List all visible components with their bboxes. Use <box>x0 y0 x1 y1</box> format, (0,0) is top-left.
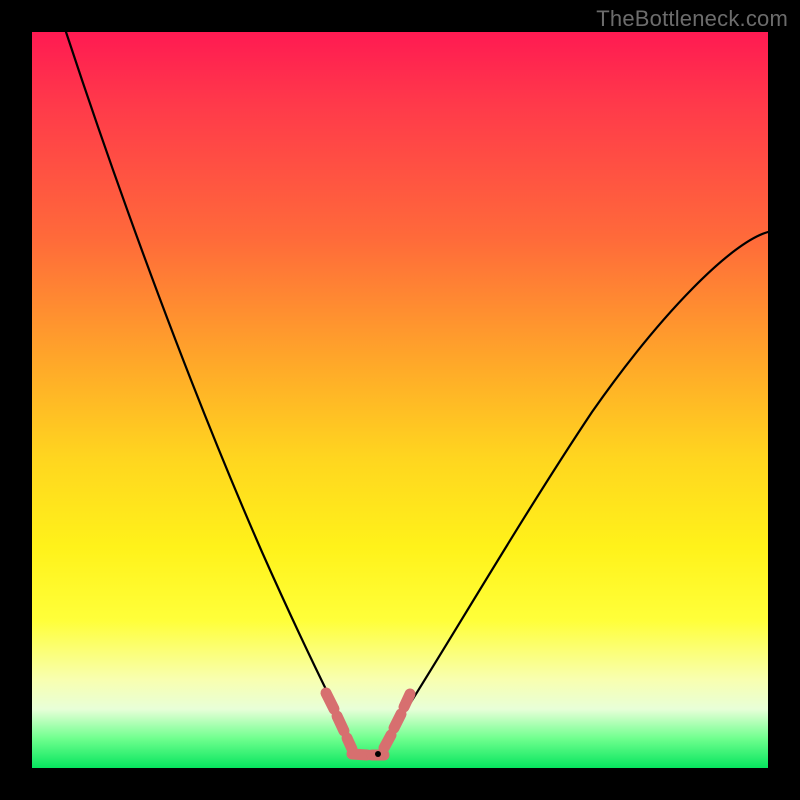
chart-frame: TheBottleneck.com <box>0 0 800 800</box>
curve-right <box>378 232 768 754</box>
curve-layer <box>32 32 768 768</box>
watermark-text: TheBottleneck.com <box>596 6 788 32</box>
valley-min-dot <box>375 751 381 757</box>
plot-area <box>32 32 768 768</box>
curve-left <box>66 32 357 752</box>
valley-highlight <box>326 693 410 755</box>
